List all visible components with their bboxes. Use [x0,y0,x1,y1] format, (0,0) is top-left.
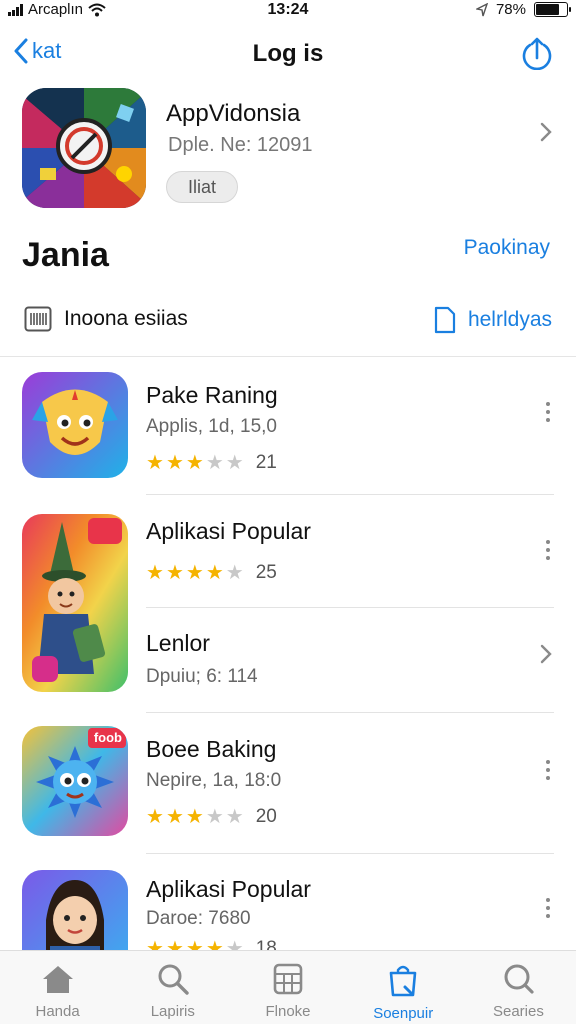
navigation-bar: kat Log is [0,30,576,78]
battery-icon [534,2,571,17]
filter-left-label: Inoona esiias [64,307,188,330]
location-icon [475,2,488,16]
app-name: Aplikasi Popular [146,518,311,544]
home-icon [42,966,73,993]
tab-label: Flnoke [265,1003,311,1020]
app-row[interactable]: foob Boee Baking Nepire, 1a, 18:0 ★ ★ ★ … [0,724,576,850]
section-link[interactable]: Paokinay [464,236,550,260]
more-icon[interactable] [546,898,552,918]
get-button[interactable]: Iliat [166,171,238,203]
chevron-right-icon [540,122,552,147]
featured-app-title: AppVidonsia [166,100,301,127]
star-rating: ★ ★ ★ ★ ★ 18 [146,938,277,950]
star-rating: ★ ★ ★ ★ ★ 21 [146,452,277,474]
share-icon [522,37,552,71]
star-icon: ★ [225,562,244,584]
app-row[interactable]: Aplikasi Popular ★ ★ ★ ★ ★ 25 [0,508,576,692]
battery-percent: 78% [495,1,526,18]
document-icon [434,306,456,334]
tab-flnoke[interactable]: Flnoke [230,951,345,1024]
page-title: Log is [252,40,324,67]
filter-left-button[interactable]: Inoona esiias [24,306,188,332]
star-icon: ★ [225,938,244,950]
star-icon: ★ [185,452,204,474]
battery-level [536,4,560,15]
tab-handa[interactable]: Handa [0,951,115,1024]
app-icon [22,870,128,950]
tab-label: Soenpuir [373,1005,434,1022]
star-icon: ★ [185,562,204,584]
app-icon: foob [22,726,128,836]
star-rating: ★ ★ ★ ★ ★ 25 [146,562,277,584]
rating-count: 20 [255,806,277,827]
app-subtitle: Dpuiu; 6: 114 [146,666,258,687]
star-icon: ★ [165,562,184,584]
app-name: Pake Raning [146,382,278,408]
section-title: Jania [22,236,109,274]
search-icon [504,964,535,994]
star-icon: ★ [165,806,184,828]
featured-app-subtitle: Dple. Ne: 12091 [168,134,313,156]
status-right: 78% [475,1,571,18]
app-row[interactable]: Lenlor Dpuiu; 6: 114 [0,620,576,710]
star-icon: ★ [146,452,164,474]
grid-icon [273,963,303,995]
app-subtitle: Nepire, 1a, 18:0 [146,770,282,791]
featured-app-icon [22,88,146,208]
tab-lapiris[interactable]: Lapiris [115,951,230,1024]
star-icon: ★ [205,452,224,474]
star-icon: ★ [205,806,224,828]
tab-soenpuir[interactable]: Soenpuir [346,951,461,1024]
tab-label: Searies [492,1003,544,1020]
tab-searies[interactable]: Searies [461,951,576,1024]
bag-icon [389,965,417,997]
star-icon: ★ [185,938,204,950]
rating-count: 21 [255,452,277,473]
filter-right-button[interactable]: helrldyas [434,306,552,334]
more-icon[interactable] [546,540,552,560]
barcode-icon [24,306,52,332]
app-subtitle: Daroe: 7680 [146,908,251,929]
star-icon: ★ [205,938,224,950]
star-icon: ★ [225,806,244,828]
app-row[interactable]: Pake Raning Applis, 1d, 15,0 ★ ★ ★ ★ ★ 2… [0,370,576,494]
featured-app[interactable]: AppVidonsia Dple. Ne: 12091 Iliat [0,84,576,214]
divider [146,494,554,495]
divider [146,607,554,608]
divider [146,712,554,713]
star-icon: ★ [146,806,164,828]
search-icon [158,964,189,995]
star-icon: ★ [146,562,164,584]
star-icon: ★ [185,806,204,828]
filter-row: Inoona esiias helrldyas [0,302,576,342]
rating-count: 25 [255,562,277,583]
app-name: Aplikasi Popular [146,876,311,902]
divider [0,356,576,357]
star-icon: ★ [146,938,164,950]
app-name: Lenlor [146,630,210,656]
filter-right-label: helrldyas [467,308,552,331]
rating-count: 18 [255,938,277,950]
app-subtitle: Applis, 1d, 15,0 [146,416,277,437]
app-badge: foob [93,730,122,745]
star-icon: ★ [165,452,184,474]
divider [146,853,554,854]
app-icon [22,372,128,478]
status-bar: Arcaplın 13:24 78% [0,0,576,22]
share-button[interactable] [520,36,554,75]
app-row[interactable]: Aplikasi Popular Daroe: 7680 ★ ★ ★ ★ ★ 1… [0,866,576,950]
chevron-right-icon [540,644,552,669]
tab-label: Handa [35,1003,80,1020]
tab-label: Lapiris [150,1003,195,1020]
star-icon: ★ [225,452,244,474]
star-rating: ★ ★ ★ ★ ★ 20 [146,806,277,828]
tab-bar: Handa Lapiris Flnoke Soenpuir Searies [0,950,576,1024]
star-icon: ★ [205,562,224,584]
more-icon[interactable] [546,760,552,780]
star-icon: ★ [165,938,184,950]
app-name: Boee Baking [146,736,277,762]
more-icon[interactable] [546,402,552,422]
